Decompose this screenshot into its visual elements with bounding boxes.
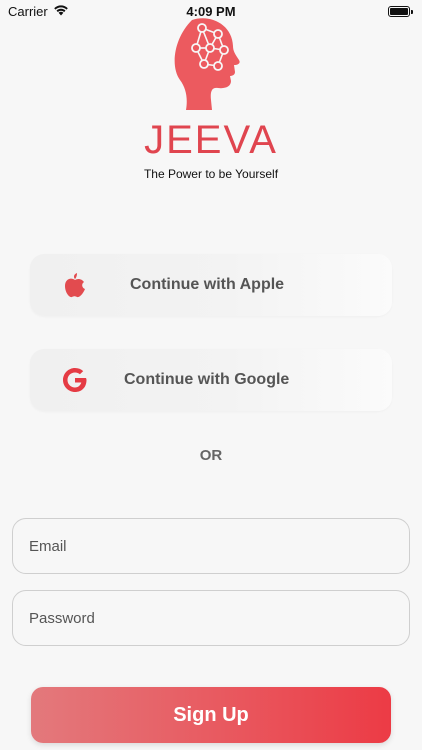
google-icon	[30, 366, 120, 394]
continue-with-apple-button[interactable]: Continue with Apple	[30, 254, 392, 316]
brand-tagline: The Power to be Yourself	[143, 167, 279, 181]
continue-with-google-button[interactable]: Continue with Google	[30, 349, 392, 411]
password-field[interactable]	[12, 590, 410, 646]
logo-section: JEEVA The Power to be Yourself	[0, 18, 422, 181]
continue-with-apple-label: Continue with Apple	[130, 276, 285, 293]
sign-up-button[interactable]: Sign Up	[31, 687, 391, 743]
status-time: 4:09 PM	[186, 3, 236, 19]
head-network-logo	[174, 18, 240, 110]
continue-with-google-label: Continue with Google	[124, 371, 290, 388]
or-divider: OR	[199, 447, 223, 464]
brand-name: JEEVA	[144, 118, 278, 162]
email-field[interactable]	[12, 518, 410, 574]
battery-icon	[388, 5, 413, 17]
email-input[interactable]	[13, 519, 409, 573]
apple-icon	[30, 272, 120, 298]
password-input[interactable]	[13, 591, 409, 645]
